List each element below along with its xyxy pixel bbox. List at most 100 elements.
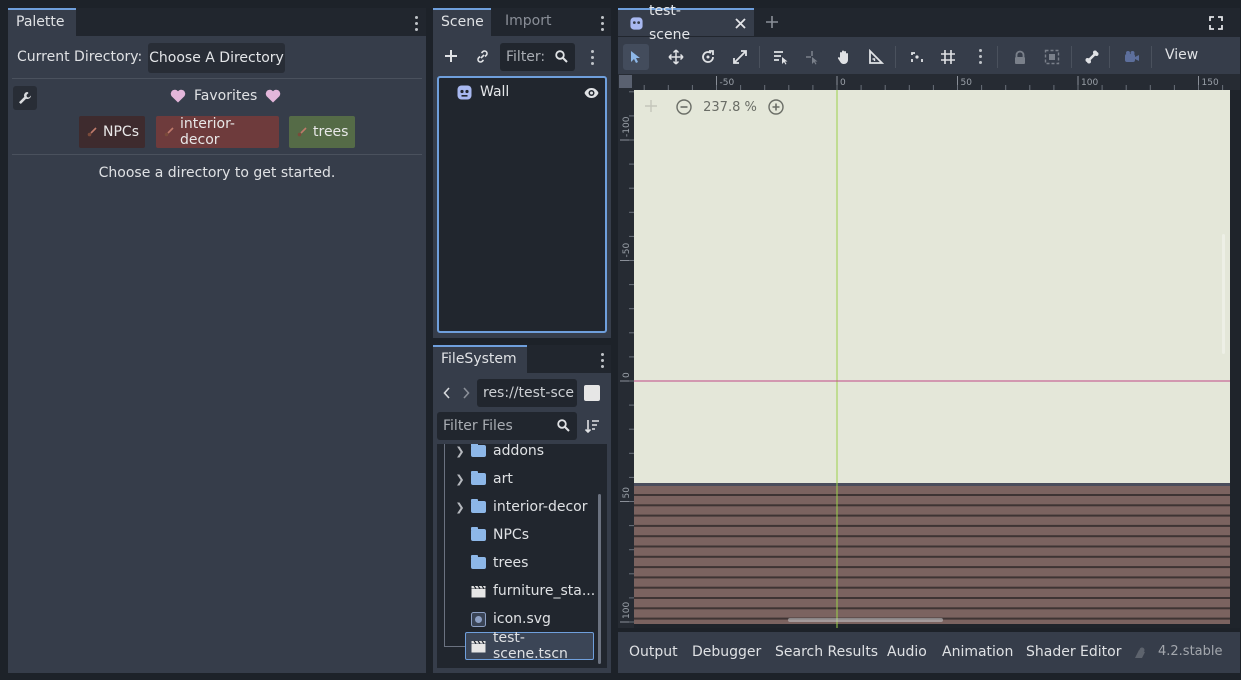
file-tree-scrollbar[interactable]: [598, 494, 601, 664]
scene-menu-icon[interactable]: [601, 16, 605, 34]
tag-label: NPCs: [103, 124, 139, 140]
filter-files-input[interactable]: Filter Files: [437, 412, 577, 440]
horizontal-scrollbar[interactable]: [788, 618, 943, 622]
filesystem-menu-icon[interactable]: [601, 353, 605, 371]
file-item-icon-svg[interactable]: icon.svg: [471, 605, 551, 633]
plank-line: [634, 555, 1230, 558]
tag-label: trees: [313, 124, 349, 140]
ruler-label: 0: [840, 78, 846, 88]
left-ruler: [618, 74, 634, 628]
divider: [12, 154, 422, 155]
choose-directory-button[interactable]: Choose A Directory: [148, 43, 285, 73]
tree-guide-line: [444, 444, 445, 646]
top-ruler: [618, 74, 1240, 90]
expand-arrow-icon[interactable]: ❯: [453, 445, 467, 458]
tab-debugger[interactable]: Debugger: [692, 644, 761, 660]
file-item-furniture[interactable]: furniture_sta...: [471, 577, 595, 605]
tab-search-results[interactable]: Search Results: [775, 644, 878, 660]
split-view-icon[interactable]: [583, 384, 601, 402]
visibility-eye-icon[interactable]: [584, 87, 599, 99]
list-select-icon[interactable]: [767, 44, 793, 70]
ruler-label: 100: [622, 602, 632, 619]
link-icon[interactable]: [471, 45, 493, 67]
scene-tab-label: test-scene: [649, 3, 691, 43]
zoom-level[interactable]: 237.8 %: [700, 100, 760, 115]
zoom-out-icon[interactable]: [676, 99, 692, 115]
scene-tabbar: test-scene: [618, 3, 1240, 43]
file-item-label: art: [493, 471, 513, 487]
zoom-in-icon[interactable]: [768, 99, 784, 115]
palette-tabbar: Palette: [8, 8, 426, 36]
sprite-node-icon: [457, 85, 472, 100]
add-tab-icon[interactable]: [764, 14, 780, 30]
fullscreen-icon[interactable]: [1208, 15, 1224, 31]
add-node-icon[interactable]: [440, 45, 462, 67]
tab-animation[interactable]: Animation: [942, 644, 1013, 660]
toolbar-separator: [759, 46, 760, 68]
plank-line: [634, 504, 1230, 507]
pan-hand-icon[interactable]: [831, 44, 857, 70]
select-tool-icon[interactable]: [623, 44, 649, 70]
plank-line: [634, 607, 1230, 610]
snap-options-icon[interactable]: [979, 49, 983, 67]
zoom-widget: 237.8 %: [676, 99, 784, 115]
canvas-svg[interactable]: -50 0 50 100 150 -100 -50 0 50 100: [618, 74, 1240, 628]
file-item-interior-decor[interactable]: ❯ interior-decor: [453, 493, 588, 521]
filesystem-panel: FileSystem res://test-sce Filter Files ❯…: [433, 345, 611, 673]
tab-audio[interactable]: Audio: [887, 644, 927, 660]
file-item-addons[interactable]: ❯ addons: [453, 444, 544, 465]
tab-shader-editor[interactable]: Shader Editor: [1026, 644, 1121, 660]
scene-options-icon[interactable]: [591, 50, 595, 68]
file-item-test-scene[interactable]: test-scene.tscn: [465, 630, 594, 662]
bone-icon[interactable]: [1079, 44, 1105, 70]
file-item-art[interactable]: ❯ art: [453, 465, 513, 493]
palette-menu-icon[interactable]: [415, 16, 419, 34]
expand-arrow-icon[interactable]: ❯: [453, 501, 467, 514]
lock-icon[interactable]: [1007, 44, 1033, 70]
wrench-icon[interactable]: [13, 86, 37, 110]
path-field[interactable]: res://test-sce: [477, 379, 577, 407]
update-spinner-icon[interactable]: [1133, 646, 1147, 660]
file-tree: ❯ addons ❯ art ❯ interior-decor NPCs tre…: [437, 444, 607, 668]
close-icon[interactable]: [735, 17, 746, 29]
favorite-tag-trees[interactable]: trees: [289, 116, 355, 148]
tab-test-scene[interactable]: test-scene: [618, 3, 754, 43]
vertical-scrollbar[interactable]: [1222, 234, 1225, 354]
tab-palette[interactable]: Palette: [8, 8, 76, 36]
rotate-tool-icon[interactable]: [695, 44, 721, 70]
ruler-label: 0: [622, 372, 632, 378]
pivot-tool-icon[interactable]: [799, 44, 825, 70]
filesystem-tabbar: FileSystem: [433, 345, 611, 373]
tab-output[interactable]: Output: [629, 644, 678, 660]
current-directory-label: Current Directory:: [17, 49, 143, 65]
favorite-tag-interior-decor[interactable]: interior-decor: [156, 116, 279, 148]
canvas-area[interactable]: -50 0 50 100 150 -100 -50 0 50 100 237.8 %: [618, 74, 1240, 628]
tab-scene[interactable]: Scene: [433, 8, 491, 36]
drag-handle-icon[interactable]: [644, 99, 658, 113]
scene-filter-input[interactable]: Filter:: [500, 43, 575, 71]
scale-tool-icon[interactable]: [727, 44, 753, 70]
group-icon[interactable]: [1039, 44, 1065, 70]
expand-arrow-icon[interactable]: ❯: [453, 473, 467, 486]
tag-label: interior-decor: [180, 116, 235, 148]
sort-icon[interactable]: [583, 417, 601, 435]
grid-snap-icon[interactable]: [935, 44, 961, 70]
view-menu[interactable]: View: [1165, 47, 1198, 63]
bottom-panel: Output Debugger Search Results Audio Ani…: [618, 632, 1240, 673]
camera-override-icon[interactable]: [1119, 44, 1145, 70]
back-icon[interactable]: [440, 382, 454, 404]
file-item-label: furniture_sta...: [493, 583, 596, 599]
file-item-npcs[interactable]: NPCs: [471, 521, 529, 549]
file-item-trees[interactable]: trees: [471, 549, 528, 577]
tree-node-wall[interactable]: Wall: [457, 84, 509, 100]
ruler-label: 50: [961, 78, 973, 88]
image-file-icon: [471, 611, 486, 627]
tab-filesystem[interactable]: FileSystem: [433, 345, 527, 373]
move-tool-icon[interactable]: [663, 44, 689, 70]
file-item-label: interior-decor: [493, 499, 588, 515]
smart-snap-icon[interactable]: [904, 44, 930, 70]
favorite-tag-npcs[interactable]: NPCs: [79, 116, 145, 148]
forward-icon[interactable]: [459, 382, 473, 404]
ruler-tool-icon[interactable]: [863, 44, 889, 70]
tab-import[interactable]: Import: [497, 8, 559, 36]
